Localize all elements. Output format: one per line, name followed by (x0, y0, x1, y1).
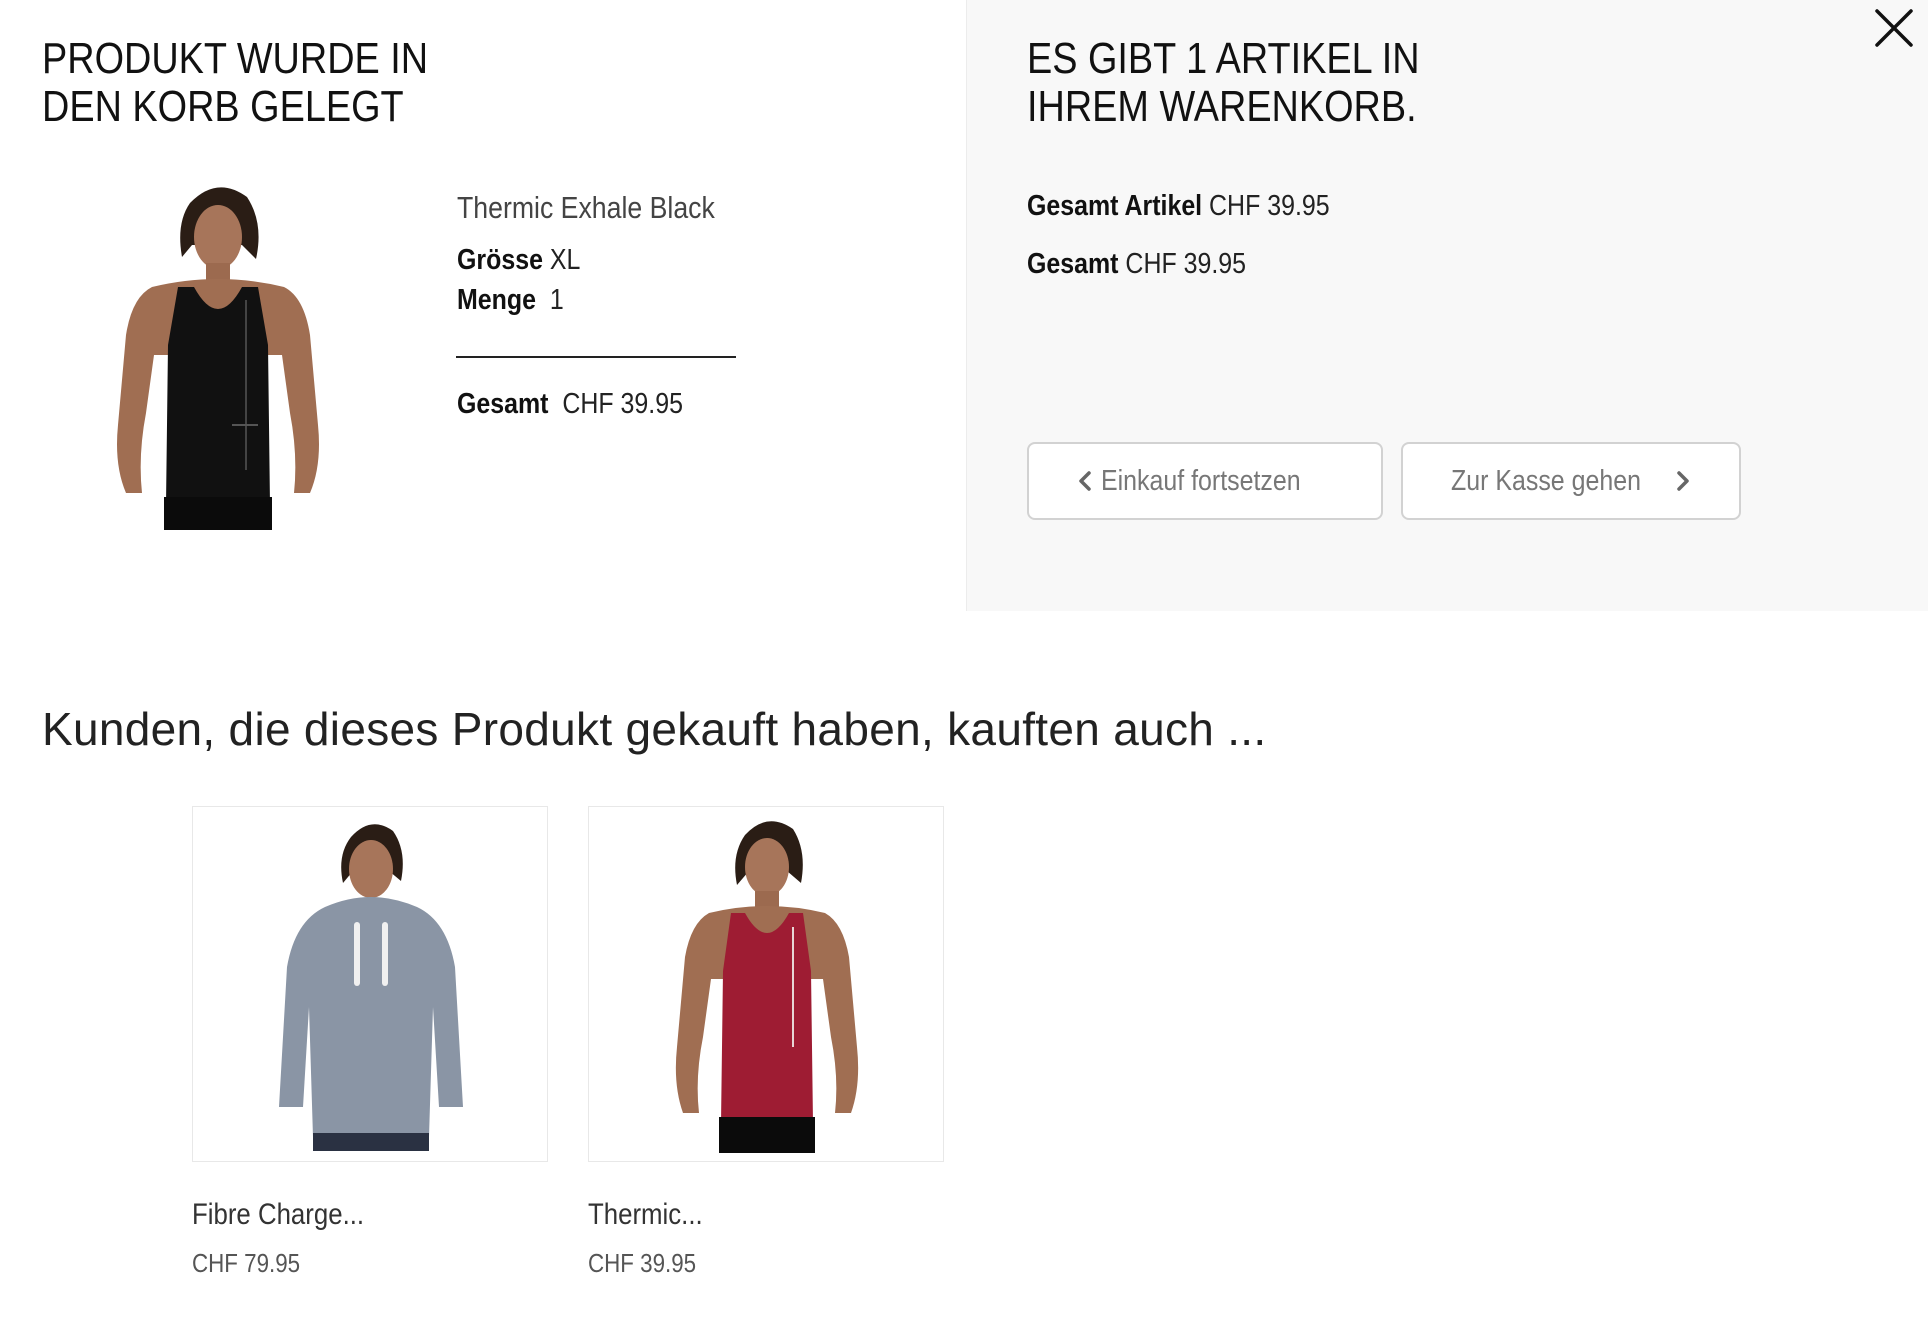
chevron-right-icon (1675, 470, 1691, 492)
product-name: Thermic Exhale Black (457, 190, 715, 225)
product-image (42, 175, 392, 530)
added-heading: PRODUKT WURDE IN DEN KORB GELEGT (42, 34, 429, 131)
added-product-pane: PRODUKT WURDE IN DEN KORB GELEGT Thermic… (0, 0, 966, 611)
quantity-value: 1 (549, 284, 564, 316)
checkout-label: Zur Kasse gehen (1450, 464, 1641, 497)
continue-shopping-button[interactable]: Einkauf fortsetzen (1027, 442, 1383, 520)
continue-shopping-label: Einkauf fortsetzen (1100, 464, 1301, 497)
close-icon[interactable] (1872, 6, 1916, 50)
items-total-value: CHF 39.95 (1209, 190, 1330, 222)
product-info: Thermic Exhale Black Grösse XL Menge 1 (457, 190, 737, 324)
product-total-value: CHF 39.95 (562, 388, 683, 420)
recommendation-name[interactable]: Thermic... (588, 1198, 703, 1232)
chevron-left-icon (1077, 470, 1093, 492)
recommendation-price: CHF 39.95 (588, 1248, 697, 1278)
cart-total-label: Gesamt (1027, 248, 1119, 280)
divider (456, 356, 736, 358)
checkout-button[interactable]: Zur Kasse gehen (1401, 442, 1741, 520)
size-label: Grösse (457, 244, 543, 276)
quantity-label: Menge (457, 284, 536, 316)
recommendation-name[interactable]: Fibre Charge... (192, 1198, 364, 1232)
recommendation-image[interactable] (192, 806, 548, 1162)
recommendation-price: CHF 79.95 (192, 1248, 301, 1278)
cart-modal: PRODUKT WURDE IN DEN KORB GELEGT Thermic… (0, 0, 1928, 611)
recommendation-card[interactable]: Fibre Charge... CHF 79.95 (192, 806, 548, 1279)
recommendations-heading: Kunden, die dieses Produkt gekauft haben… (42, 703, 1267, 755)
cart-summary: Gesamt Artikel CHF 39.95 Gesamt CHF 39.9… (1027, 190, 1379, 306)
recommendation-card[interactable]: Thermic... CHF 39.95 (588, 806, 944, 1279)
items-total-label: Gesamt Artikel (1027, 190, 1203, 222)
cart-summary-pane: ES GIBT 1 ARTIKEL IN IHREM WARENKORB. Ge… (966, 0, 1928, 611)
recommendation-image[interactable] (588, 806, 944, 1162)
cart-heading: ES GIBT 1 ARTIKEL IN IHREM WARENKORB. (1027, 34, 1420, 131)
size-value: XL (549, 244, 581, 276)
product-total-label: Gesamt (457, 388, 549, 420)
cart-total-value: CHF 39.95 (1125, 248, 1247, 280)
